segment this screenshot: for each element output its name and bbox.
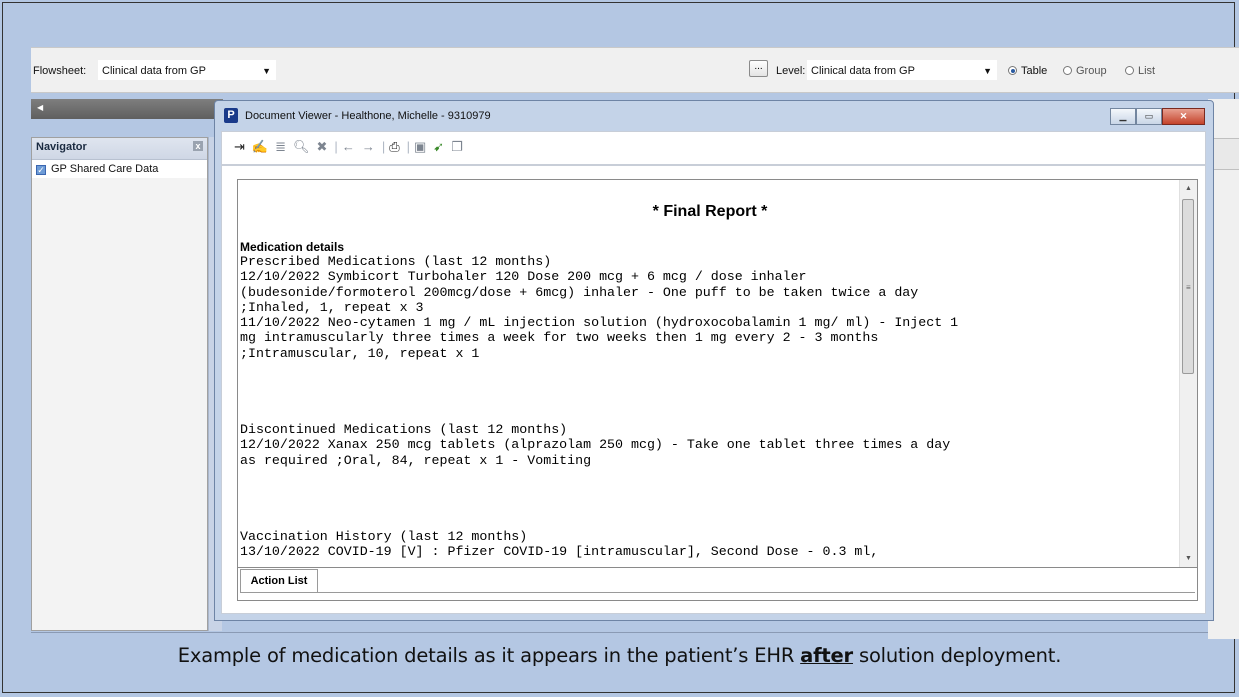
viewer-toolbar: ⇥✍≣🔍︎✖|←→|⎙|▣➹❐ <box>221 131 1206 165</box>
chevron-down-icon: ▼ <box>262 66 271 76</box>
radio-selected-icon <box>1008 66 1017 75</box>
caption-text-before: Example of medication details as it appe… <box>177 644 801 667</box>
scroll-up-icon[interactable]: ▲ <box>1180 180 1197 197</box>
figure-caption: Example of medication details as it appe… <box>0 644 1239 667</box>
image-icon[interactable]: ▣ <box>414 139 433 154</box>
scroll-down-icon[interactable]: ▼ <box>1180 550 1197 567</box>
copy-icon[interactable]: ❐ <box>451 139 470 154</box>
level-value: Clinical data from GP <box>811 65 915 77</box>
sign-icon[interactable]: ✍ <box>252 139 275 154</box>
navigator-panel: Navigator x ✓ GP Shared Care Data <box>31 137 208 631</box>
caption-emphasis: after <box>800 644 853 667</box>
caption-text-after: solution deployment. <box>852 644 1062 667</box>
radio-unselected-icon <box>1125 66 1134 75</box>
tab-action-list[interactable]: Action List <box>240 569 318 593</box>
level-select[interactable]: Clinical data from GP ▼ <box>807 60 997 80</box>
level-label: Level: <box>776 65 806 77</box>
navigator-header: Navigator x <box>32 138 207 160</box>
navigator-item-label: GP Shared Care Data <box>51 163 159 175</box>
discontinued-block: Discontinued Medications (last 12 months… <box>240 422 1180 468</box>
flowsheet-value: Clinical data from GP <box>102 65 206 77</box>
vertical-scrollbar[interactable]: ▲ ≡ ▼ <box>1179 180 1197 567</box>
window-controls: ▁ ▭ ✕ <box>1110 108 1205 125</box>
app-icon: P <box>224 108 238 123</box>
document-viewer-window: P Document Viewer - Healthone, Michelle … <box>214 100 1214 621</box>
insert-icon[interactable]: ⇥ <box>234 139 252 154</box>
collapse-left-icon: ◀ <box>37 103 44 112</box>
doc-line: 11/10/2022 Neo-cytamen 1 mg / mL injecti… <box>240 315 959 331</box>
list-icon[interactable]: ≣ <box>275 139 293 154</box>
prescribed-block: Prescribed Medications (last 12 months) … <box>240 254 1180 361</box>
doc-line: 12/10/2022 Symbicort Turbohaler 120 Dose… <box>240 269 807 285</box>
delete-icon[interactable]: ✖ <box>317 139 335 154</box>
forward-arrow-icon[interactable]: → <box>362 139 382 154</box>
document-area[interactable]: * Final Report * Medication details Pres… <box>237 179 1198 568</box>
document-pane: * Final Report * Medication details Pres… <box>221 165 1206 614</box>
print-icon[interactable]: ⎙ <box>389 139 406 154</box>
doc-line: 12/10/2022 Xanax 250 mcg tablets (alpraz… <box>240 437 951 453</box>
grip-icon: ≡ <box>1186 283 1191 292</box>
report-heading: * Final Report * <box>652 203 768 220</box>
navigator-title: Navigator <box>36 141 87 153</box>
zoom-icon[interactable]: 🔍︎ <box>293 139 317 154</box>
doc-line: Vaccination History (last 12 months) <box>240 528 528 544</box>
checkbox-checked-icon[interactable]: ✓ <box>36 165 46 175</box>
scroll-thumb[interactable]: ≡ <box>1182 199 1194 374</box>
radio-list[interactable]: List <box>1125 65 1155 77</box>
doc-line: ;Intramuscular, 10, repeat x 1 <box>240 345 480 361</box>
divider <box>31 632 1208 633</box>
forward-user-icon[interactable]: ➹ <box>433 139 451 154</box>
maximize-button[interactable]: ▭ <box>1136 108 1162 125</box>
radio-group[interactable]: Group <box>1063 65 1107 77</box>
title-bar[interactable]: P Document Viewer - Healthone, Michelle … <box>215 101 1213 131</box>
doc-line: Prescribed Medications (last 12 months) <box>240 254 552 269</box>
doc-line: as required ;Oral, 84, repeat x 1 - Vomi… <box>240 452 592 468</box>
collapse-strip[interactable]: ◀ <box>31 99 223 119</box>
vaccination-block: Vaccination History (last 12 months) 13/… <box>240 529 1180 560</box>
flowsheet-label: Flowsheet: <box>33 65 87 77</box>
minimize-button[interactable]: ▁ <box>1110 108 1136 125</box>
back-arrow-icon[interactable]: ← <box>342 139 362 154</box>
doc-line: ;Inhaled, 1, repeat x 3 <box>240 299 424 315</box>
close-icon[interactable]: x <box>193 141 203 151</box>
radio-table[interactable]: Table <box>1008 65 1047 77</box>
flowsheet-bar: Flowsheet: Clinical data from GP ▼ Level… <box>31 47 1239 93</box>
close-button[interactable]: ✕ <box>1162 108 1205 125</box>
action-list-area: Action List <box>237 568 1198 601</box>
section-title: Medication details <box>240 240 345 254</box>
flowsheet-select[interactable]: Clinical data from GP ▼ <box>98 60 276 80</box>
doc-line: 13/10/2022 COVID-19 [V] : Pfizer COVID-1… <box>240 544 879 560</box>
doc-line: (budesonide/formoterol 200mcg/dose + 6mc… <box>240 284 919 300</box>
navigator-item-gp-shared-care-data[interactable]: ✓ GP Shared Care Data <box>32 160 207 178</box>
doc-line: mg intramuscularly three times a week fo… <box>240 330 879 346</box>
window-title: Document Viewer - Healthone, Michelle - … <box>245 110 491 122</box>
radio-unselected-icon <box>1063 66 1072 75</box>
chevron-down-icon: ▼ <box>983 66 992 76</box>
doc-line: Discontinued Medications (last 12 months… <box>240 422 568 438</box>
browse-button[interactable]: ... <box>749 60 768 77</box>
